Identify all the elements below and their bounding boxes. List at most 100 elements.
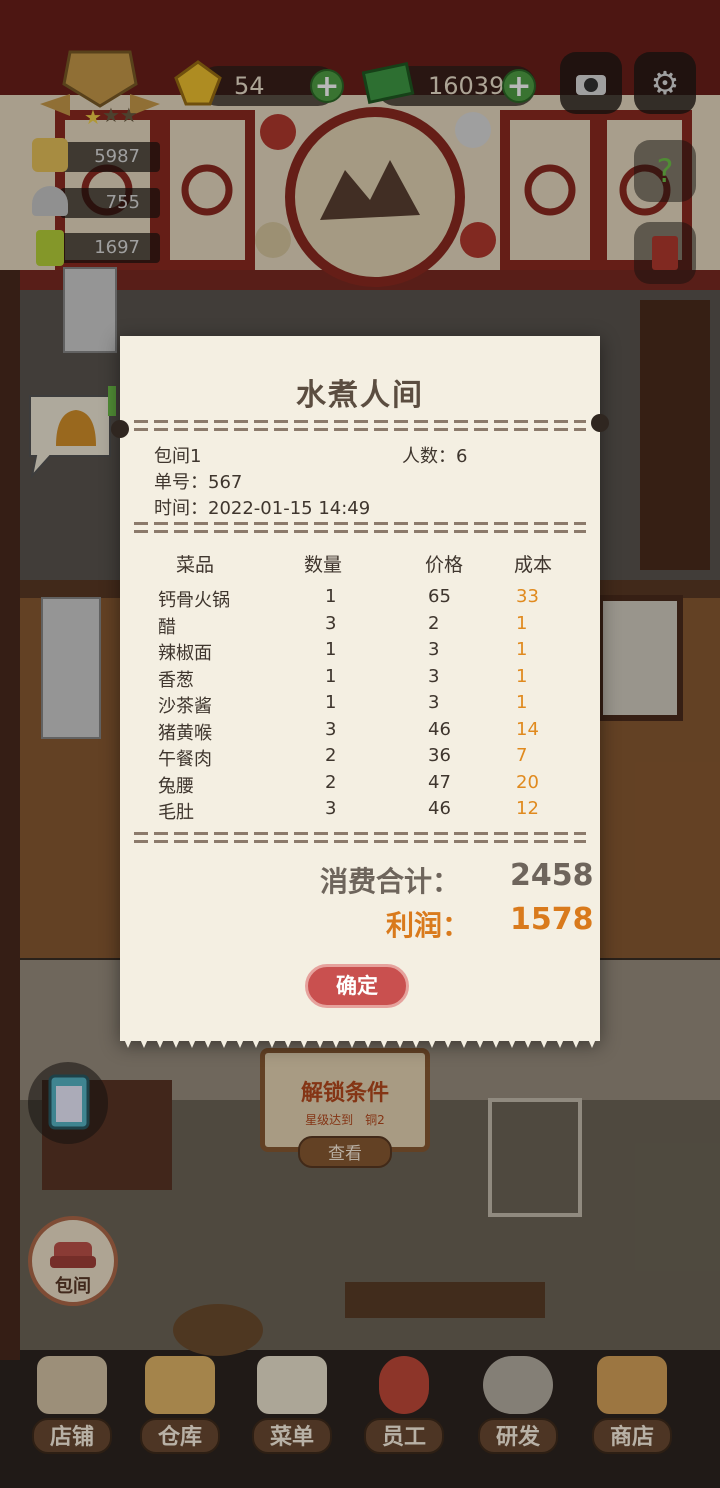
unlock-subtitle: 星级达到 铜2 — [305, 1113, 385, 1127]
profit-label: 利润： — [386, 909, 471, 942]
item-name: 钙骨火锅 — [158, 590, 230, 611]
wok-icon — [483, 1356, 553, 1414]
list-item: 香葱 1 3 1 — [120, 666, 600, 692]
separator — [134, 832, 586, 846]
receipt-notch-left — [111, 420, 129, 438]
item-cost: 33 — [516, 586, 539, 607]
boxes-icon — [145, 1356, 215, 1414]
gem-count: 54 — [234, 72, 265, 100]
stat-dishes: 755 — [60, 188, 160, 218]
item-cost: 1 — [516, 612, 528, 634]
camera-button[interactable] — [560, 52, 622, 114]
item-qty: 2 — [325, 745, 337, 766]
rank-badge[interactable]: ★ ★★ — [40, 44, 160, 129]
item-qty: 1 — [325, 639, 337, 660]
nav-warehouse-label: 仓库 — [140, 1418, 220, 1454]
add-gems-button[interactable]: + — [310, 69, 344, 103]
nav-shop-label: 商店 — [592, 1418, 672, 1454]
nav-warehouse[interactable]: 仓库 — [140, 1356, 220, 1456]
item-name: 猪黄喉 — [158, 722, 212, 744]
view-button[interactable]: 查看 — [298, 1136, 392, 1168]
room-button-label: 包间 — [55, 1276, 91, 1297]
bell-icon — [29, 386, 116, 480]
item-cost: 1 — [516, 692, 528, 713]
unlock-title: 解锁条件 — [300, 1081, 389, 1106]
profit-value: 1578 — [510, 902, 594, 937]
list-item: 毛肚 3 46 12 — [120, 798, 600, 824]
dish-icon — [32, 186, 68, 216]
nav-store[interactable]: 店铺 — [32, 1356, 112, 1456]
item-price: 3 — [428, 692, 440, 713]
chef-avatar-icon — [379, 1356, 429, 1414]
list-item: 猪黄喉 3 46 14 — [120, 719, 600, 745]
nav-staff[interactable]: 员工 — [364, 1356, 444, 1456]
guest-count: 人数：6 — [402, 446, 468, 467]
item-price: 46 — [428, 798, 451, 819]
list-item: 午餐肉 2 36 7 — [120, 745, 600, 771]
item-price: 65 — [428, 586, 451, 607]
list-item: 兔腰 2 47 20 — [120, 772, 600, 798]
bell-notification-button[interactable] — [20, 386, 116, 480]
stat-chef-hats: 5987 — [60, 142, 160, 172]
nav-menu-label: 菜单 — [252, 1418, 332, 1454]
receipt-notch-right — [591, 414, 609, 432]
header-dish: 菜品 — [176, 554, 215, 576]
storefront-icon — [37, 1356, 107, 1414]
recipe-book-button[interactable] — [634, 222, 696, 284]
separator — [134, 420, 586, 434]
item-price: 2 — [428, 612, 440, 634]
room-button[interactable]: 包间 — [28, 1216, 118, 1306]
item-cost: 7 — [516, 745, 528, 766]
item-name: 醋 — [158, 616, 176, 638]
nav-shop[interactable]: 商店 — [592, 1356, 672, 1456]
item-cost: 20 — [516, 771, 539, 793]
item-cost: 1 — [516, 665, 528, 687]
add-cash-button[interactable]: + — [502, 69, 536, 103]
item-price: 47 — [428, 771, 451, 793]
item-name: 沙茶酱 — [158, 696, 212, 717]
receipt-dialog: 水煮人间 包间1 人数：6 单号：567 时间：2022-01-15 14:49… — [111, 336, 609, 1041]
item-qty: 2 — [325, 771, 337, 793]
order-time: 时间：2022-01-15 14:49 — [154, 498, 371, 519]
separator — [134, 522, 586, 536]
confirm-button[interactable]: 确定 — [305, 964, 409, 1008]
item-price: 3 — [428, 665, 440, 687]
nav-menu[interactable]: 菜单 — [252, 1356, 332, 1456]
nav-research-label: 研发 — [478, 1418, 558, 1454]
nav-staff-label: 员工 — [364, 1418, 444, 1454]
item-name: 香葱 — [158, 669, 194, 691]
book-icon — [652, 236, 678, 270]
list-item: 醋 3 2 1 — [120, 613, 600, 639]
cash-icon — [361, 58, 416, 108]
sofa-icon — [50, 1242, 96, 1268]
restaurant-name: 水煮人间 — [296, 378, 424, 413]
item-cost: 14 — [516, 718, 539, 740]
trophy-icon: ★ ★★ — [40, 50, 160, 129]
total-label: 消费合计： — [320, 865, 461, 898]
header-cost: 成本 — [514, 554, 553, 576]
cash-count: 16039 — [428, 72, 505, 100]
room-name: 包间1 — [154, 446, 202, 467]
list-item: 沙茶酱 1 3 1 — [120, 692, 600, 718]
item-name: 毛肚 — [158, 802, 194, 823]
item-price: 36 — [428, 745, 451, 766]
item-qty: 1 — [325, 586, 337, 607]
help-book-button[interactable]: ? — [634, 140, 696, 202]
shop-icon — [597, 1356, 667, 1414]
nav-research[interactable]: 研发 — [478, 1356, 558, 1456]
header-price: 价格 — [425, 554, 464, 576]
list-item: 钙骨火锅 1 65 33 — [120, 586, 600, 612]
item-name: 兔腰 — [158, 775, 194, 797]
order-number: 单号：567 — [154, 472, 243, 493]
header-qty: 数量 — [304, 554, 343, 576]
item-price: 46 — [428, 718, 451, 740]
settings-button[interactable]: ⚙ — [634, 52, 696, 114]
ticket-icon — [36, 230, 64, 266]
item-qty: 3 — [325, 798, 337, 819]
item-qty: 1 — [325, 665, 337, 687]
help-icon: ? — [656, 152, 674, 190]
clipboard-button[interactable] — [28, 1062, 108, 1144]
item-name: 辣椒面 — [158, 643, 212, 664]
camera-icon — [576, 75, 606, 95]
item-cost: 1 — [516, 639, 528, 660]
